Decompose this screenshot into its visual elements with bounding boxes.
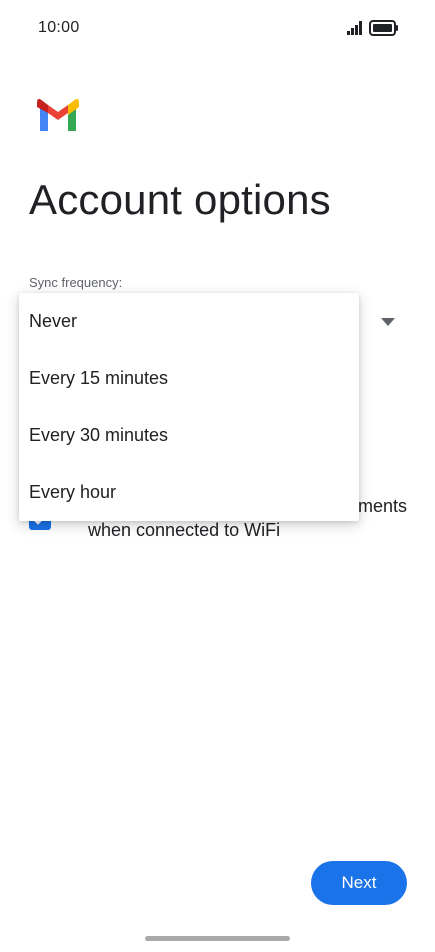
gmail-logo-icon — [37, 99, 79, 131]
next-button[interactable]: Next — [311, 861, 407, 905]
status-bar: 10:00 — [0, 0, 435, 56]
home-indicator[interactable] — [145, 936, 290, 941]
sync-frequency-label: Sync frequency: — [29, 275, 123, 290]
menu-item-every-15-minutes[interactable]: Every 15 minutes — [19, 350, 359, 407]
sync-frequency-menu: Never Every 15 minutes Every 30 minutes … — [19, 293, 359, 521]
status-time: 10:00 — [38, 19, 80, 36]
menu-item-every-30-minutes[interactable]: Every 30 minutes — [19, 407, 359, 464]
menu-item-never[interactable]: Never — [19, 293, 359, 350]
chevron-down-icon[interactable] — [381, 318, 395, 326]
signal-icon — [347, 21, 362, 35]
menu-item-every-hour[interactable]: Every hour — [19, 464, 359, 521]
page-title: Account options — [29, 176, 331, 223]
wifi-download-label-line2: when connected to WiFi — [88, 520, 281, 540]
battery-icon — [369, 20, 398, 36]
